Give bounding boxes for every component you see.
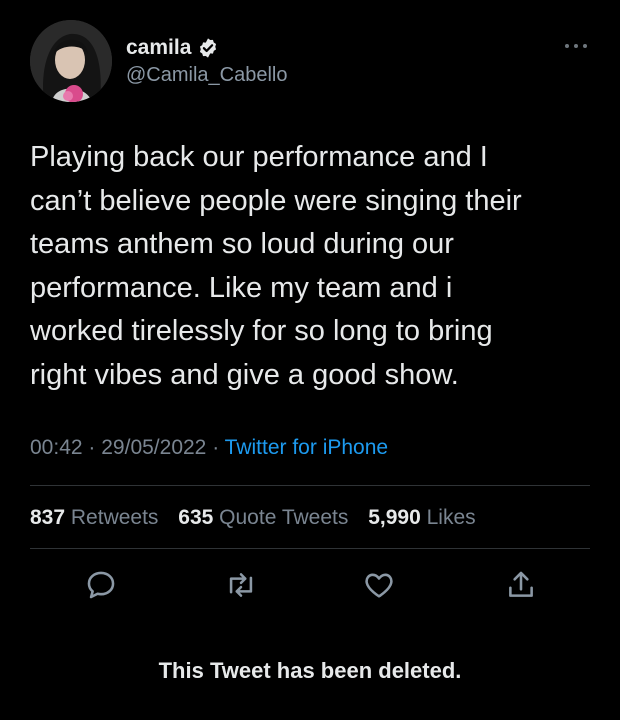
avatar[interactable] [30, 20, 112, 102]
retweet-button[interactable] [224, 568, 258, 602]
like-icon [365, 573, 393, 598]
retweets-label: Retweets [70, 506, 159, 529]
likes-count: 5,990 [368, 506, 421, 529]
share-button[interactable] [504, 568, 538, 602]
quotes-label: Quote Tweets [219, 506, 349, 529]
tweet-date[interactable]: 29/05/2022 [101, 436, 206, 459]
retweets-stat[interactable]: 837 Retweets [30, 506, 158, 529]
retweets-count: 837 [30, 506, 66, 529]
reply-icon [87, 571, 115, 599]
quotes-count: 635 [178, 506, 214, 529]
divider-bottom [30, 548, 590, 549]
tweet-detail: camila @Camila_Cabello Playing back our … [0, 0, 620, 720]
likes-stat[interactable]: 5,990 Likes [368, 506, 475, 529]
tweet-text: Playing back our performance and I can’t… [30, 141, 522, 391]
quote-tweets-stat[interactable]: 635 Quote Tweets [178, 506, 348, 529]
user-handle[interactable]: @Camila_Cabello [126, 64, 287, 87]
tweet-source[interactable]: Twitter for iPhone [225, 436, 388, 459]
verified-badge-icon [200, 38, 217, 58]
like-button[interactable] [362, 568, 396, 602]
likes-label: Likes [426, 506, 476, 529]
tweet-stats: 837 Retweets 635 Quote Tweets 5,990 Like… [30, 506, 490, 530]
tweet-time[interactable]: 00:42 [30, 436, 83, 459]
reply-button[interactable] [84, 568, 118, 602]
deleted-notice: This Tweet has been deleted. [158, 658, 462, 683]
retweet-icon [229, 573, 253, 597]
share-icon [509, 571, 533, 597]
display-name-row: camila [126, 36, 287, 60]
display-name[interactable]: camila [126, 36, 191, 60]
tweet-metadata: 00:42 · 29/05/2022 · Twitter for iPhone [30, 436, 388, 460]
tweet-header: camila @Camila_Cabello [30, 20, 590, 102]
meta-separator: · [212, 436, 220, 459]
more-options-icon[interactable] [564, 42, 588, 50]
tweet-actions [84, 568, 544, 602]
avatar-photo-icon [30, 20, 112, 102]
meta-separator: · [88, 436, 96, 459]
divider-top [30, 485, 590, 486]
user-names: camila @Camila_Cabello [126, 36, 287, 87]
